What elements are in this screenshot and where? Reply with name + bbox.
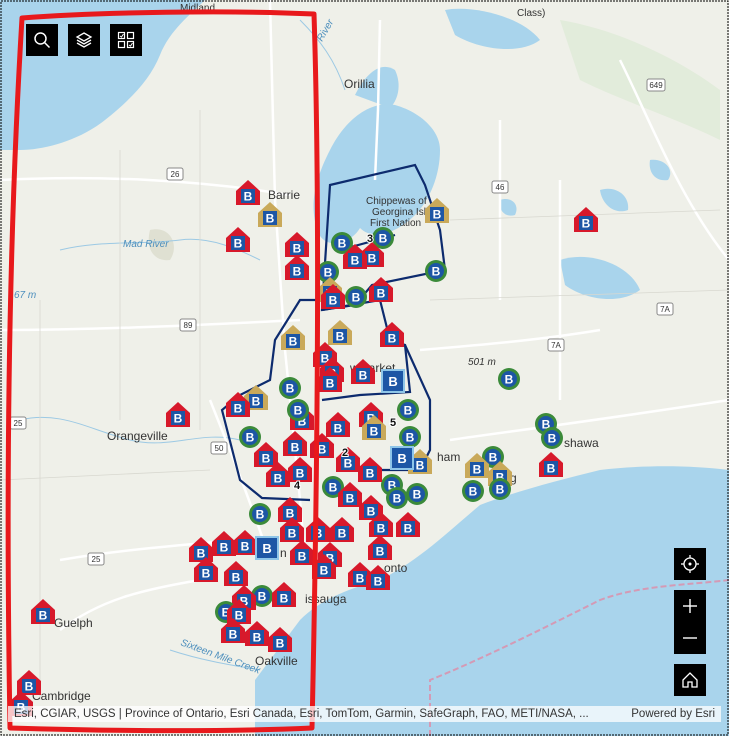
label-elev-501: 501 m — [468, 357, 496, 368]
label-first-nation: First Nation — [370, 218, 421, 229]
map-view[interactable]: B B B B — [0, 0, 729, 736]
basemap-gallery-button[interactable] — [110, 24, 142, 56]
property-marker-circle[interactable] — [425, 260, 447, 282]
search-button[interactable] — [26, 24, 58, 56]
cluster-count-label: 5 — [390, 417, 396, 429]
property-marker-square[interactable] — [381, 369, 405, 393]
search-icon — [34, 32, 51, 49]
minus-icon — [683, 637, 697, 639]
plus-icon — [683, 599, 697, 613]
svg-text:25: 25 — [92, 555, 101, 564]
label-oshawa: shawa — [564, 436, 599, 450]
svg-text:649: 649 — [649, 81, 663, 90]
layers-icon — [75, 32, 93, 48]
svg-text:7A: 7A — [551, 341, 561, 350]
svg-text:50: 50 — [215, 444, 224, 453]
cluster-count[interactable]: 3 — [366, 232, 374, 246]
property-marker-circle[interactable] — [462, 480, 484, 502]
label-brampton: n — [280, 546, 287, 560]
cluster-count[interactable]: 2 — [341, 446, 349, 460]
svg-text:89: 89 — [184, 321, 193, 330]
label-markham: ham — [437, 450, 460, 464]
powered-by[interactable]: Powered by Esri — [631, 708, 715, 720]
property-marker-square[interactable] — [390, 446, 414, 470]
property-marker-circle[interactable] — [239, 426, 261, 448]
cluster-count-label: 4 — [294, 480, 301, 492]
label-orangeville: Orangeville — [107, 429, 168, 443]
property-marker-square[interactable] — [255, 536, 279, 560]
svg-text:25: 25 — [14, 419, 23, 428]
label-barrie: Barrie — [268, 188, 300, 202]
attribution-sources: Esri, CGIAR, USGS | Province of Ontario,… — [14, 708, 589, 720]
property-marker-circle[interactable] — [406, 483, 428, 505]
property-marker-circle[interactable] — [541, 427, 563, 449]
property-marker-circle[interactable] — [279, 377, 301, 399]
label-orillia: Orillia — [344, 77, 375, 91]
layers-button[interactable] — [68, 24, 100, 56]
property-marker-circle[interactable] — [345, 286, 367, 308]
label-mad-river: Mad River — [123, 239, 169, 250]
label-elev-67: 67 m — [14, 290, 36, 301]
svg-text:46: 46 — [496, 183, 505, 192]
locate-button[interactable] — [674, 548, 706, 580]
property-marker-circle[interactable] — [498, 368, 520, 390]
cluster-count[interactable]: 4 — [293, 479, 302, 493]
cluster-count-label: 2 — [342, 447, 348, 459]
basemap-gallery-icon — [117, 31, 135, 49]
label-class: Class) — [517, 8, 545, 19]
label-chippewas: Chippewas of — [366, 196, 427, 207]
svg-text:7A: 7A — [660, 305, 670, 314]
property-marker-circle[interactable] — [397, 399, 419, 421]
home-button[interactable] — [674, 664, 706, 696]
property-marker-circle[interactable] — [386, 487, 408, 509]
attribution-bar: Esri, CGIAR, USGS | Province of Ontario,… — [8, 706, 721, 722]
label-toronto: onto — [384, 561, 408, 575]
locate-icon — [681, 555, 699, 573]
cluster-count[interactable]: 5 — [389, 416, 397, 430]
svg-text:26: 26 — [171, 170, 180, 179]
property-marker-circle[interactable] — [249, 503, 271, 525]
zoom-in-button[interactable] — [674, 590, 706, 622]
property-marker-circle[interactable] — [399, 426, 421, 448]
property-marker-circle[interactable] — [489, 478, 511, 500]
cluster-count-label: 3 — [367, 233, 373, 245]
home-icon — [682, 672, 698, 688]
label-guelph: Guelph — [54, 616, 93, 630]
property-marker-circle[interactable] — [287, 399, 309, 421]
label-mississauga: issauga — [305, 592, 347, 606]
zoom-out-button[interactable] — [674, 622, 706, 654]
